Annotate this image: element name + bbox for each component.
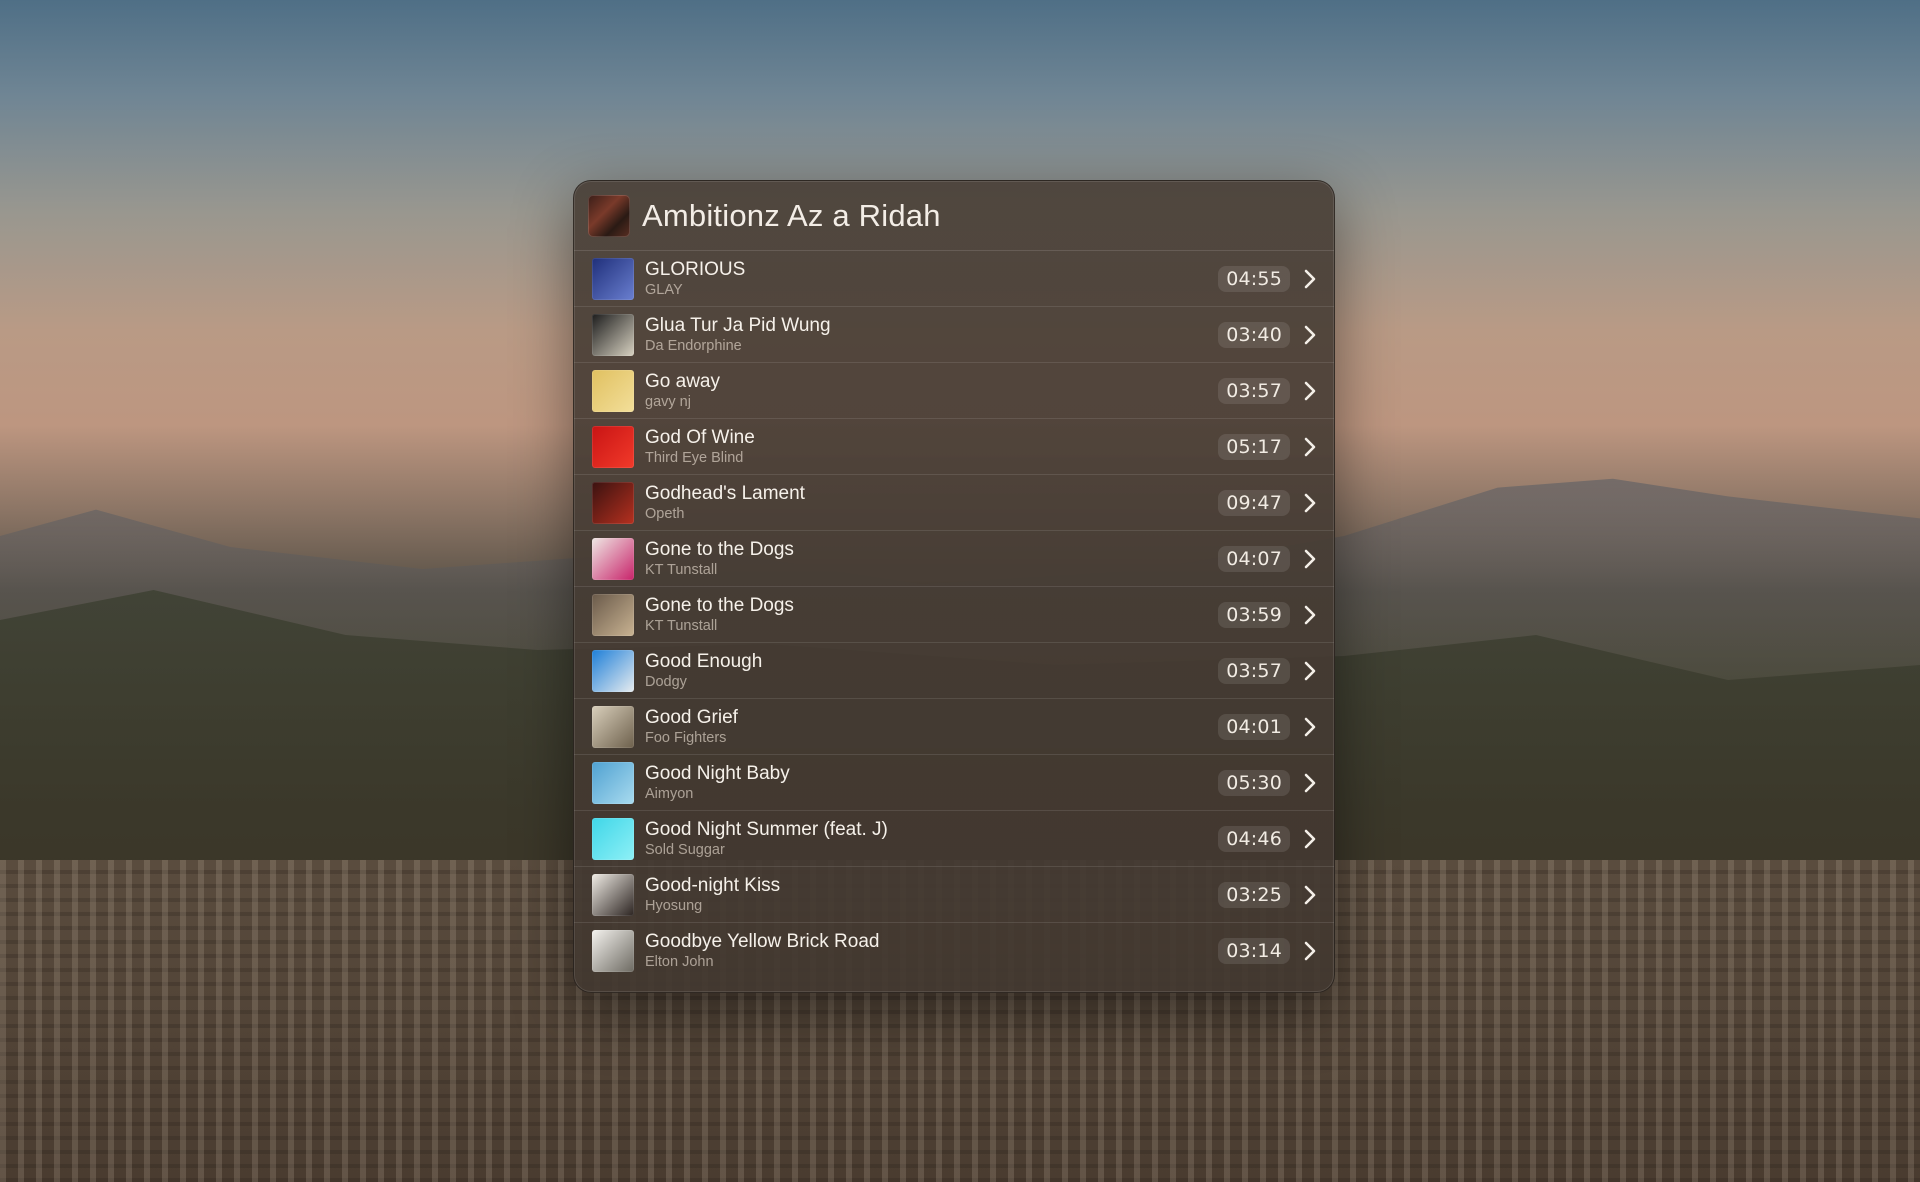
track-artwork [592,761,634,804]
track-artwork [592,705,634,748]
track-artist: Sold Suggar [645,841,725,858]
track-duration: 05:17 [1218,433,1290,460]
track-artist: Elton John [645,954,714,970]
track-artist: Foo Fighters [645,729,727,746]
track-meta: Good Night Summer (feat. J) Sold Suggar [645,819,1218,859]
track-meta: God Of Wine Third Eye Blind [645,427,1218,467]
track-title: Good Grief [645,706,738,728]
track-row[interactable]: Glua Tur Ja Pid Wung Da Endorphine 03:40 [574,307,1334,363]
track-row[interactable]: Good Grief Foo Fighters 04:01 [574,699,1334,755]
track-artwork [592,649,634,692]
track-artwork [592,873,634,916]
chevron-right-icon[interactable] [1302,940,1318,962]
track-duration: 04:07 [1218,545,1290,572]
track-artist: Da Endorphine [645,337,742,354]
track-meta: Good Night Baby Aimyon [645,763,1218,803]
track-artist: gavy nj [645,393,691,410]
track-title: Good Night Summer (feat. J) [645,818,888,840]
track-duration: 04:01 [1218,713,1290,740]
panel-header: Ambitionz Az a Ridah [574,181,1334,251]
track-duration: 05:30 [1218,769,1290,796]
track-meta: Gone to the Dogs KT Tunstall [645,539,1218,579]
track-duration: 04:55 [1218,265,1290,292]
track-duration: 03:40 [1218,321,1290,348]
album-art [588,194,630,237]
track-title: Godhead's Lament [645,482,805,504]
track-row[interactable]: Good Night Summer (feat. J) Sold Suggar … [574,811,1334,867]
track-duration: 03:59 [1218,601,1290,628]
track-row[interactable]: Gone to the Dogs KT Tunstall 03:59 [574,587,1334,643]
chevron-right-icon[interactable] [1302,884,1318,906]
track-row[interactable]: Godhead's Lament Opeth 09:47 [574,475,1334,531]
track-title: Goodbye Yellow Brick Road [645,931,880,952]
track-duration: 03:57 [1218,377,1290,404]
track-meta: Gone to the Dogs KT Tunstall [645,595,1218,635]
track-row[interactable]: Good-night Kiss Hyosung 03:25 [574,867,1334,923]
album-title: Ambitionz Az a Ridah [642,197,941,233]
track-artist: KT Tunstall [645,561,718,578]
track-artwork [592,481,634,524]
track-artwork [592,369,634,412]
track-title: Glua Tur Ja Pid Wung [645,314,831,336]
track-artwork [592,593,634,636]
chevron-right-icon[interactable] [1302,716,1318,738]
track-row[interactable]: God Of Wine Third Eye Blind 05:17 [574,419,1334,475]
track-title: Good Enough [645,650,763,672]
chevron-right-icon[interactable] [1302,828,1318,850]
chevron-right-icon[interactable] [1302,268,1318,290]
track-artist: Hyosung [645,897,703,914]
track-meta: Godhead's Lament Opeth [645,483,1218,523]
track-artwork [592,313,634,356]
track-meta: GLORIOUS GLAY [645,259,1218,299]
chevron-right-icon[interactable] [1302,324,1318,346]
track-artist: Dodgy [645,673,687,690]
track-artist: KT Tunstall [645,617,718,634]
chevron-right-icon[interactable] [1302,660,1318,682]
track-row[interactable]: Go away gavy nj 03:57 [574,363,1334,419]
track-duration: 03:14 [1218,938,1290,964]
track-duration: 03:25 [1218,881,1290,908]
track-meta: Good Enough Dodgy [645,651,1218,691]
chevron-right-icon[interactable] [1302,436,1318,458]
chevron-right-icon[interactable] [1302,492,1318,514]
track-artist: Third Eye Blind [645,449,744,466]
track-meta: Goodbye Yellow Brick Road Elton John [645,931,1218,971]
track-row[interactable]: Good Enough Dodgy 03:57 [574,643,1334,699]
track-artwork [592,930,634,972]
chevron-right-icon[interactable] [1302,772,1318,794]
track-title: Gone to the Dogs [645,538,794,560]
track-row[interactable]: Goodbye Yellow Brick Road Elton John 03:… [574,923,1334,979]
track-artist: Opeth [645,505,685,522]
track-meta: Good-night Kiss Hyosung [645,875,1218,915]
track-list: GLORIOUS GLAY 04:55 Glua Tur Ja Pid Wung… [574,251,1334,979]
track-title: Good Night Baby [645,762,790,784]
track-meta: Glua Tur Ja Pid Wung Da Endorphine [645,315,1218,355]
track-duration: 03:57 [1218,657,1290,684]
track-artist: GLAY [645,281,683,298]
track-row[interactable]: GLORIOUS GLAY 04:55 [574,251,1334,307]
track-title: GLORIOUS [645,258,746,280]
track-title: Good-night Kiss [645,874,781,896]
chevron-right-icon[interactable] [1302,604,1318,626]
track-duration: 04:46 [1218,825,1290,852]
track-meta: Good Grief Foo Fighters [645,707,1218,747]
track-duration: 09:47 [1218,489,1290,516]
album-track-list-panel: Ambitionz Az a Ridah GLORIOUS GLAY 04:55… [573,180,1335,993]
track-title: God Of Wine [645,426,755,448]
track-artist: Aimyon [645,785,694,802]
track-row[interactable]: Good Night Baby Aimyon 05:30 [574,755,1334,811]
track-artwork [592,817,634,860]
track-title: Gone to the Dogs [645,594,794,616]
chevron-right-icon[interactable] [1302,548,1318,570]
track-artwork [592,537,634,580]
track-title: Go away [645,370,720,392]
track-meta: Go away gavy nj [645,371,1218,411]
track-row[interactable]: Gone to the Dogs KT Tunstall 04:07 [574,531,1334,587]
track-artwork [592,425,634,468]
track-artwork [592,257,634,300]
chevron-right-icon[interactable] [1302,380,1318,402]
